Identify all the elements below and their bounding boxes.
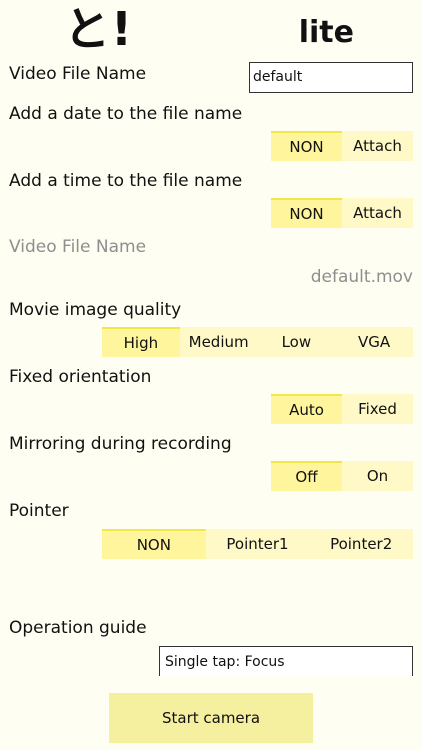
date-option-attach[interactable]: Attach: [342, 131, 413, 161]
mirroring-segmented-control: Off On: [271, 461, 413, 491]
start-camera-button[interactable]: Start camera: [109, 693, 313, 743]
quality-label: Movie image quality: [9, 300, 182, 320]
time-option-non[interactable]: NON: [271, 198, 342, 228]
pointer-label: Pointer: [9, 501, 69, 521]
mirroring-option-on[interactable]: On: [342, 461, 413, 491]
date-option-segmented-control: NON Attach: [271, 131, 413, 161]
file-name-preview-label: Video File Name: [9, 237, 147, 257]
time-option-attach[interactable]: Attach: [342, 198, 413, 228]
pointer-option-pointer1[interactable]: Pointer1: [206, 529, 310, 559]
date-option-label: Add a date to the file name: [9, 104, 243, 124]
logo-main-text: うつすと!: [64, 0, 204, 56]
mirroring-label: Mirroring during recording: [9, 434, 232, 454]
mirroring-option-off[interactable]: Off: [271, 461, 342, 491]
orientation-segmented-control: Auto Fixed: [271, 394, 413, 424]
time-option-segmented-control: NON Attach: [271, 198, 413, 228]
pointer-segmented-control: NON Pointer1 Pointer2: [102, 529, 413, 559]
pointer-option-non[interactable]: NON: [102, 529, 206, 559]
orientation-option-auto[interactable]: Auto: [271, 394, 342, 424]
logo-lite-text: lite: [298, 15, 354, 50]
video-file-name-label: Video File Name: [9, 64, 147, 84]
app-logo: うつすと! lite: [64, 0, 354, 54]
orientation-label: Fixed orientation: [9, 367, 152, 387]
quality-option-low[interactable]: Low: [258, 327, 336, 357]
time-option-label: Add a time to the file name: [9, 171, 243, 191]
orientation-option-fixed[interactable]: Fixed: [342, 394, 413, 424]
pointer-option-pointer2[interactable]: Pointer2: [309, 529, 413, 559]
video-file-name-input[interactable]: default: [249, 62, 413, 93]
quality-option-medium[interactable]: Medium: [180, 327, 258, 357]
quality-option-vga[interactable]: VGA: [335, 327, 413, 357]
file-name-preview-value: default.mov: [310, 267, 413, 287]
quality-segmented-control: High Medium Low VGA: [102, 327, 413, 357]
operation-guide-text-area[interactable]: Single tap: Focus: [159, 646, 413, 676]
date-option-non[interactable]: NON: [271, 131, 342, 161]
operation-guide-label: Operation guide: [9, 618, 147, 638]
quality-option-high[interactable]: High: [102, 327, 180, 357]
